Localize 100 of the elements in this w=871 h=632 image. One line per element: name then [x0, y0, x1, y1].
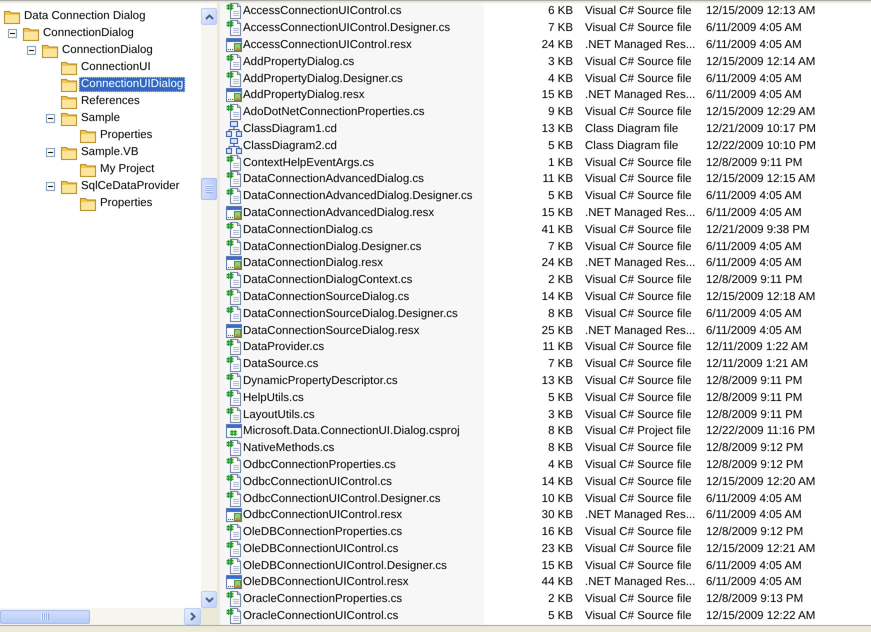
tree-item[interactable]: Sample.VB: [79, 145, 141, 160]
file-name[interactable]: DataConnectionSourceDialog.Designer.cs: [243, 306, 458, 321]
file-size: 2 KB: [548, 592, 573, 606]
file-name[interactable]: OleDBConnectionUIControl.cs: [243, 542, 398, 556]
modified-date: 6/11/2009 4:05 AM: [706, 306, 802, 321]
hash-document-icon: [226, 288, 242, 305]
hash-document-icon: [226, 356, 242, 372]
file-name[interactable]: LayoutUtils.cs: [243, 408, 315, 422]
file-type: Visual C# Source file: [585, 290, 692, 304]
tree-item[interactable]: References: [79, 94, 142, 109]
tree-item[interactable]: My Project: [98, 162, 156, 177]
file-name[interactable]: ContextHelpEventArgs.cs: [243, 156, 374, 170]
file-name[interactable]: OdbcConnectionUIControl.resx: [243, 508, 402, 522]
tree-item[interactable]: ConnectionUI: [79, 60, 153, 75]
file-size: 3 KB: [548, 408, 573, 422]
hash-document-icon: [226, 222, 242, 238]
file-name[interactable]: AddPropertyDialog.Designer.cs: [243, 72, 403, 86]
modified-date: 12/8/2009 9:12 PM: [706, 458, 804, 472]
modified-date: 6/11/2009 4:05 AM: [706, 508, 802, 522]
scroll-up-button[interactable]: [201, 8, 217, 25]
tree-item[interactable]: Sample: [79, 111, 122, 126]
tree-item[interactable]: Properties: [98, 128, 154, 143]
file-name[interactable]: OdbcConnectionUIControl.Designer.cs: [243, 492, 441, 506]
file-name[interactable]: OdbcConnectionUIControl.cs: [243, 474, 392, 489]
file-type: .NET Managed Res...: [585, 324, 696, 338]
folder-icon: [4, 10, 20, 24]
modified-date: 6/11/2009 4:05 AM: [706, 324, 802, 338]
file-name[interactable]: DataConnectionDialog.cs: [243, 222, 373, 237]
file-name[interactable]: AccessConnectionUIControl.Designer.cs: [243, 21, 450, 36]
file-name[interactable]: ClassDiagram1.cd: [243, 122, 337, 136]
file-name[interactable]: DataConnectionAdvancedDialog.cs: [243, 172, 424, 186]
collapse-icon[interactable]: [46, 148, 55, 157]
file-name[interactable]: OracleConnectionUIControl.cs: [243, 609, 398, 624]
tree-item[interactable]: ConnectionDialog: [41, 26, 136, 41]
file-name[interactable]: NativeMethods.cs: [243, 441, 334, 456]
collapse-icon[interactable]: [46, 114, 55, 123]
picture-window-icon: [226, 322, 242, 339]
file-name[interactable]: OleDBConnectionUIControl.resx: [243, 575, 409, 590]
file-name[interactable]: DataConnectionDialog.resx: [243, 256, 383, 270]
tree-item[interactable]: ConnectionUIDialog: [79, 77, 186, 92]
file-type: Visual C# Source file: [585, 558, 692, 573]
scrollbar-thumb[interactable]: [0, 610, 90, 624]
tree-item[interactable]: SqlCeDataProvider: [79, 179, 182, 194]
tree-item[interactable]: Properties: [98, 196, 154, 211]
file-name[interactable]: DynamicPropertyDescriptor.cs: [243, 374, 398, 388]
file-name[interactable]: DataConnectionAdvancedDialog.Designer.cs: [243, 189, 473, 204]
modified-date: 6/11/2009 4:05 AM: [706, 206, 802, 220]
modified-date: 12/15/2009 12:18 AM: [706, 290, 816, 304]
file-name[interactable]: DataSource.cs: [243, 357, 318, 372]
file-name[interactable]: ClassDiagram2.cd: [243, 138, 337, 153]
modified-date: 12/8/2009 9:13 PM: [706, 592, 804, 606]
file-type: Visual C# Source file: [585, 492, 692, 506]
file-name[interactable]: AddPropertyDialog.resx: [243, 88, 364, 102]
modified-date: 12/15/2009 12:21 AM: [706, 542, 816, 556]
modified-date: 12/22/2009 10:10 PM: [706, 138, 816, 153]
file-type: Visual C# Source file: [585, 306, 692, 321]
hash-document-icon: [226, 372, 242, 389]
picture-window-icon: [226, 574, 242, 590]
scrollbar-thumb[interactable]: [201, 178, 217, 200]
file-size: 10 KB: [542, 492, 573, 506]
file-name[interactable]: OdbcConnectionProperties.cs: [243, 458, 396, 472]
tree-item[interactable]: Data Connection Dialog: [22, 9, 148, 24]
collapse-icon[interactable]: [8, 29, 17, 38]
file-type: Visual C# Source file: [585, 273, 692, 288]
hash-document-icon: [226, 390, 242, 406]
file-name[interactable]: DataConnectionSourceDialog.cs: [243, 290, 410, 304]
file-name[interactable]: DataConnectionAdvancedDialog.resx: [243, 206, 434, 220]
file-name[interactable]: HelpUtils.cs: [243, 390, 304, 405]
modified-date: 12/15/2009 12:20 AM: [706, 474, 816, 489]
file-name[interactable]: DataConnectionDialogContext.cs: [243, 273, 412, 288]
file-size: 13 KB: [542, 374, 573, 388]
file-name[interactable]: OracleConnectionProperties.cs: [243, 592, 402, 606]
picture-window-icon: [226, 507, 242, 524]
picture-window-icon: [226, 36, 242, 53]
file-name[interactable]: AddPropertyDialog.cs: [243, 54, 354, 69]
hash-document-icon: [226, 104, 242, 120]
file-name[interactable]: DataConnectionDialog.Designer.cs: [243, 240, 422, 254]
file-size: 23 KB: [542, 542, 573, 556]
file-type: .NET Managed Res...: [585, 575, 696, 590]
tree-item[interactable]: ConnectionDialog: [60, 43, 155, 58]
picture-window-icon: [226, 87, 242, 104]
file-name[interactable]: AccessConnectionUIControl.resx: [243, 38, 412, 52]
collapse-icon[interactable]: [27, 46, 36, 55]
file-size: 15 KB: [542, 88, 573, 102]
file-type: Visual C# Source file: [585, 458, 692, 472]
collapse-icon[interactable]: [46, 182, 55, 191]
scroll-down-button[interactable]: [201, 591, 217, 608]
file-size: 9 KB: [548, 105, 573, 120]
modified-date: 12/21/2009 10:17 PM: [706, 122, 816, 136]
file-name[interactable]: AdoDotNetConnectionProperties.cs: [243, 105, 425, 120]
file-name[interactable]: AccessConnectionUIControl.cs: [243, 4, 402, 18]
file-name[interactable]: OleDBConnectionUIControl.Designer.cs: [243, 558, 447, 573]
file-name[interactable]: DataConnectionSourceDialog.resx: [243, 324, 420, 338]
file-name[interactable]: Microsoft.Data.ConnectionUI.Dialog.csproj: [243, 424, 460, 438]
scroll-right-button[interactable]: [184, 608, 201, 625]
file-name[interactable]: OleDBConnectionProperties.cs: [243, 525, 402, 540]
file-name[interactable]: DataProvider.cs: [243, 340, 324, 354]
file-size: 25 KB: [542, 324, 573, 338]
modified-date: 6/11/2009 4:05 AM: [706, 38, 802, 52]
hash-document-icon: [226, 3, 242, 20]
